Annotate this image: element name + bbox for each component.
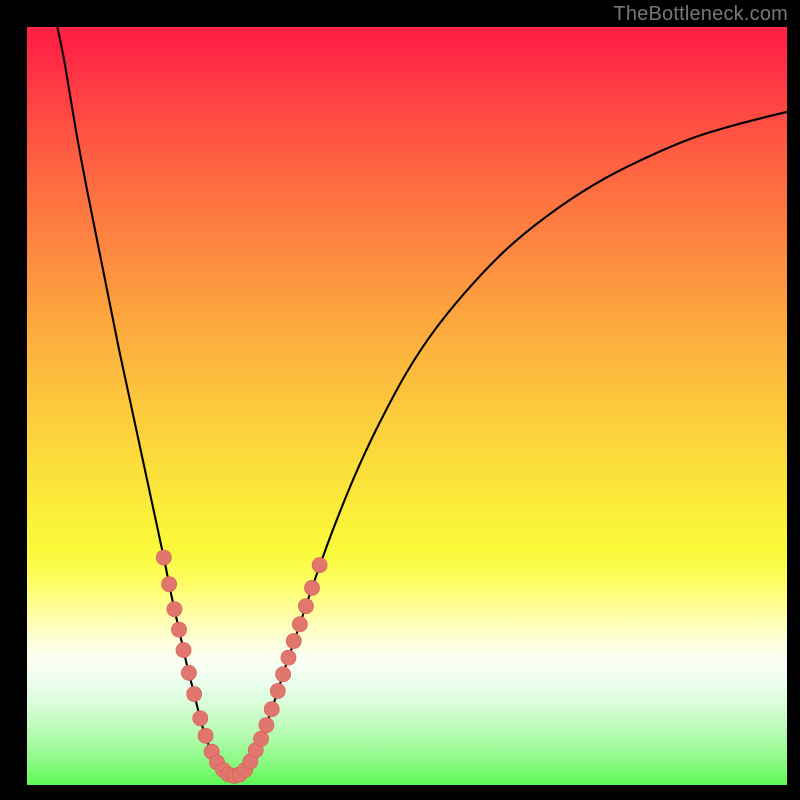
chart-frame: TheBottleneck.com [0, 0, 800, 800]
curve-bead [276, 667, 291, 682]
curve-bead [286, 633, 301, 648]
curve-bead [193, 711, 208, 726]
curve-bead [264, 702, 279, 717]
chart-overlay [27, 27, 787, 785]
curve-bead [171, 622, 186, 637]
curve-bead [181, 665, 196, 680]
curve-bead [176, 642, 191, 657]
curve-bead [198, 728, 213, 743]
curve-bead [292, 617, 307, 632]
curve-bead [162, 577, 177, 592]
curve-beads-group [156, 550, 327, 784]
curve-bead [156, 550, 171, 565]
bottleneck-curve [57, 27, 787, 776]
curve-bead [253, 731, 268, 746]
curve-bead [167, 602, 182, 617]
curve-bead [270, 683, 285, 698]
curve-bead [187, 686, 202, 701]
watermark-text: TheBottleneck.com [613, 3, 788, 26]
curve-bead [281, 650, 296, 665]
curve-bead [312, 558, 327, 573]
curve-bead [259, 718, 274, 733]
curve-bead [304, 580, 319, 595]
curve-bead [298, 599, 313, 614]
